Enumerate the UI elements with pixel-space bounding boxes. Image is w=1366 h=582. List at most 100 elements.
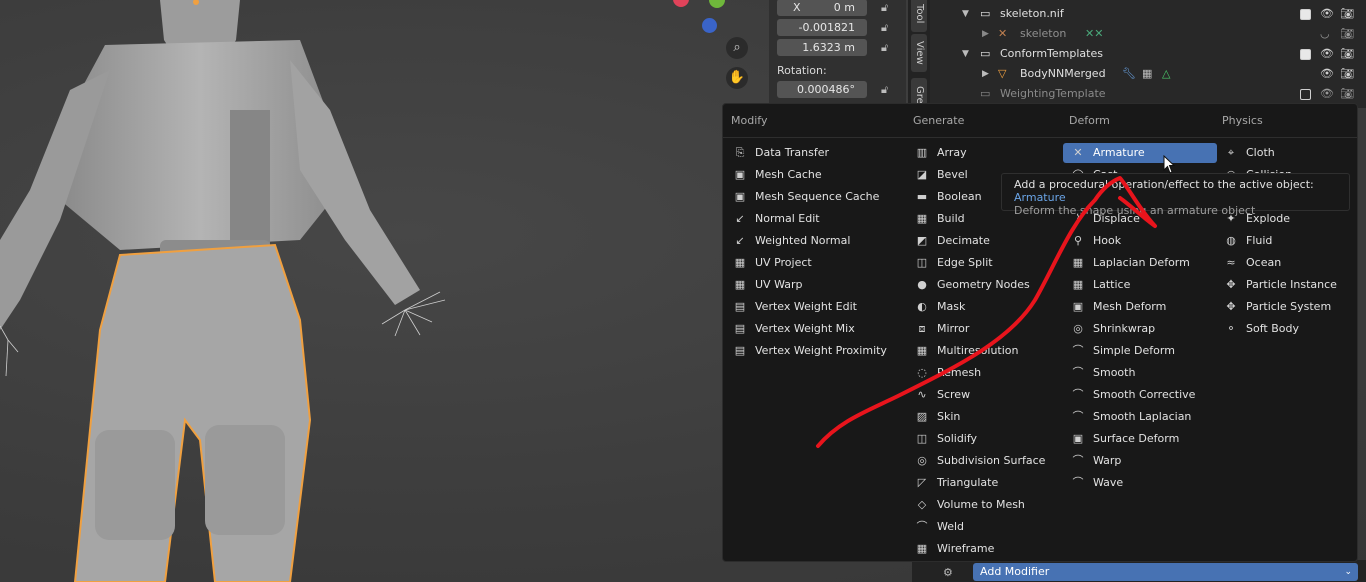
zoom-icon[interactable]: ⌕: [726, 37, 748, 59]
rotation-x-field[interactable]: 0.000486°: [777, 81, 867, 98]
menu-item-uv-warp[interactable]: ▦ UV Warp: [733, 275, 803, 295]
menu-item-surface-deform[interactable]: ▣ Surface Deform: [1071, 429, 1180, 449]
menu-item-label: Subdivision Surface: [937, 454, 1046, 467]
lock-icon[interactable]: 🔓︎: [881, 84, 893, 96]
location-x-field[interactable]: X 0 m: [777, 0, 867, 16]
expand-arrow-icon[interactable]: ▶: [982, 64, 989, 84]
menu-item-warp[interactable]: ⌒ Warp: [1071, 451, 1122, 471]
expand-arrow-icon[interactable]: ▼: [962, 4, 969, 24]
location-z-field[interactable]: 1.6323 m: [777, 39, 867, 56]
collection-icon: ▭: [980, 87, 991, 100]
axis-z-gizmo[interactable]: [702, 18, 717, 33]
tab-view[interactable]: View: [911, 34, 927, 72]
menu-item-geometry-nodes[interactable]: ● Geometry Nodes: [915, 275, 1030, 295]
camera-icon[interactable]: 📷︎: [1340, 4, 1354, 24]
menu-item-simple-deform[interactable]: ⌒ Simple Deform: [1071, 341, 1175, 361]
modifier-icon: ▤: [734, 344, 746, 357]
outliner-row[interactable]: ▭ WeightingTemplate 👁︎ 📷︎: [930, 84, 1366, 104]
menu-item-mesh-cache[interactable]: ▣ Mesh Cache: [733, 165, 822, 185]
menu-item-soft-body[interactable]: ⚬ Soft Body: [1224, 319, 1299, 339]
modifier-icon: ▣: [734, 190, 746, 203]
menu-item-smooth[interactable]: ⌒ Smooth: [1071, 363, 1136, 383]
expand-arrow-icon[interactable]: ▶: [982, 24, 989, 44]
menu-item-decimate[interactable]: ◩ Decimate: [915, 231, 990, 251]
lock-icon[interactable]: 🔓︎: [881, 42, 893, 54]
menu-item-hook[interactable]: ⚲ Hook: [1071, 231, 1121, 251]
checkbox[interactable]: [1300, 89, 1311, 100]
menu-item-weighted-normal[interactable]: ↙ Weighted Normal: [733, 231, 850, 251]
menu-item-particle-instance[interactable]: ✥ Particle Instance: [1224, 275, 1337, 295]
menu-item-label: Fluid: [1246, 234, 1273, 247]
menu-item-label: Mirror: [937, 322, 970, 335]
menu-item-data-transfer[interactable]: ⎘ Data Transfer: [733, 143, 829, 163]
menu-item-armature[interactable]: ✕ Armature: [1063, 143, 1217, 163]
checkbox[interactable]: [1300, 49, 1311, 60]
menu-item-mirror[interactable]: ⧈ Mirror: [915, 319, 970, 339]
menu-item-vertex-weight-mix[interactable]: ▤ Vertex Weight Mix: [733, 319, 855, 339]
expand-arrow-icon[interactable]: ▼: [962, 44, 969, 64]
outliner-row[interactable]: ▶ ▽ BodyNNMerged 🔧︎ ▦ △ 👁︎ 📷︎: [930, 64, 1366, 84]
menu-item-bevel[interactable]: ◪ Bevel: [915, 165, 968, 185]
modifier-icon: ◫: [916, 256, 928, 269]
menu-item-smooth-corrective[interactable]: ⌒ Smooth Corrective: [1071, 385, 1196, 405]
lock-icon[interactable]: 🔓︎: [881, 2, 893, 14]
eye-closed-icon[interactable]: ◡: [1320, 24, 1330, 44]
menu-item-mesh-deform[interactable]: ▣ Mesh Deform: [1071, 297, 1167, 317]
menu-item-lattice[interactable]: ▦ Lattice: [1071, 275, 1131, 295]
menu-item-boolean[interactable]: ▬ Boolean: [915, 187, 982, 207]
menu-item-wave[interactable]: ⌒ Wave: [1071, 473, 1124, 493]
menu-item-uv-project[interactable]: ▦ UV Project: [733, 253, 812, 273]
menu-item-weld[interactable]: ⌒ Weld: [915, 517, 965, 537]
menu-item-ocean[interactable]: ≈ Ocean: [1224, 253, 1281, 273]
menu-item-shrinkwrap[interactable]: ◎ Shrinkwrap: [1071, 319, 1155, 339]
menu-item-edge-split[interactable]: ◫ Edge Split: [915, 253, 993, 273]
add-modifier-button[interactable]: Add Modifier ⌄: [973, 563, 1358, 581]
menu-item-volume-to-mesh[interactable]: ◇ Volume to Mesh: [915, 495, 1025, 515]
camera-icon[interactable]: 📷︎: [1340, 64, 1354, 84]
menu-item-mesh-sequence-cache[interactable]: ▣ Mesh Sequence Cache: [733, 187, 880, 207]
camera-icon[interactable]: 📷︎: [1340, 24, 1354, 44]
outliner-row[interactable]: ▼ ▭ ConformTemplates 👁︎ 📷︎: [930, 44, 1366, 64]
vertex-group-icon: ▦: [1142, 67, 1153, 80]
menu-item-vertex-weight-edit[interactable]: ▤ Vertex Weight Edit: [733, 297, 857, 317]
hand-pan-icon[interactable]: ✋: [726, 67, 748, 89]
column-header-modify: Modify: [731, 114, 768, 127]
eye-icon[interactable]: 👁︎: [1320, 4, 1334, 24]
menu-item-array[interactable]: ▥ Array: [915, 143, 967, 163]
menu-item-smooth-laplacian[interactable]: ⌒ Smooth Laplacian: [1071, 407, 1192, 427]
menu-item-skin[interactable]: ▨ Skin: [915, 407, 961, 427]
outliner-row[interactable]: ▶ ✕ skeleton ✕✕ ◡ 📷︎: [930, 24, 1366, 44]
modifier-icon: ≈: [1226, 256, 1236, 269]
camera-icon[interactable]: 📷︎: [1340, 44, 1354, 64]
location-y-field[interactable]: -0.001821: [777, 19, 867, 36]
modifier-icon: ⚲: [1073, 234, 1083, 247]
axis-label: X: [793, 1, 801, 14]
menu-item-mask[interactable]: ◐ Mask: [915, 297, 965, 317]
menu-item-subdivision-surface[interactable]: ◎ Subdivision Surface: [915, 451, 1045, 471]
menu-item-normal-edit[interactable]: ↙ Normal Edit: [733, 209, 819, 229]
menu-item-label: Laplacian Deform: [1093, 256, 1190, 269]
menu-item-fluid[interactable]: ◍ Fluid: [1224, 231, 1272, 251]
menu-item-build[interactable]: ▦ Build: [915, 209, 965, 229]
menu-item-wireframe[interactable]: ▦ Wireframe: [915, 539, 995, 559]
eye-icon[interactable]: 👁︎: [1320, 44, 1334, 64]
lock-icon[interactable]: 🔓︎: [881, 22, 893, 34]
menu-item-multiresolution[interactable]: ▦ Multiresolution: [915, 341, 1019, 361]
menu-item-label: Solidify: [937, 432, 978, 445]
eye-icon[interactable]: 👁︎: [1320, 84, 1334, 104]
checkbox[interactable]: [1300, 9, 1311, 20]
chevron-down-icon: ⌄: [1344, 567, 1352, 577]
outliner-item-name: skeleton: [1020, 27, 1067, 40]
menu-item-laplacian-deform[interactable]: ▦ Laplacian Deform: [1071, 253, 1190, 273]
menu-item-solidify[interactable]: ◫ Solidify: [915, 429, 977, 449]
menu-item-particle-system[interactable]: ✥ Particle System: [1224, 297, 1331, 317]
camera-icon[interactable]: 📷︎: [1340, 84, 1354, 104]
menu-item-cloth[interactable]: ⌖ Cloth: [1224, 143, 1275, 163]
menu-item-remesh[interactable]: ◌ Remesh: [915, 363, 981, 383]
menu-item-vertex-weight-proximity[interactable]: ▤ Vertex Weight Proximity: [733, 341, 887, 361]
menu-item-triangulate[interactable]: ◸ Triangulate: [915, 473, 998, 493]
menu-item-screw[interactable]: ∿ Screw: [915, 385, 970, 405]
outliner-row[interactable]: ▼ ▭ skeleton.nif 👁︎ 📷︎: [930, 4, 1366, 24]
eye-icon[interactable]: 👁︎: [1320, 64, 1334, 84]
tab-tool[interactable]: Tool: [911, 0, 927, 32]
